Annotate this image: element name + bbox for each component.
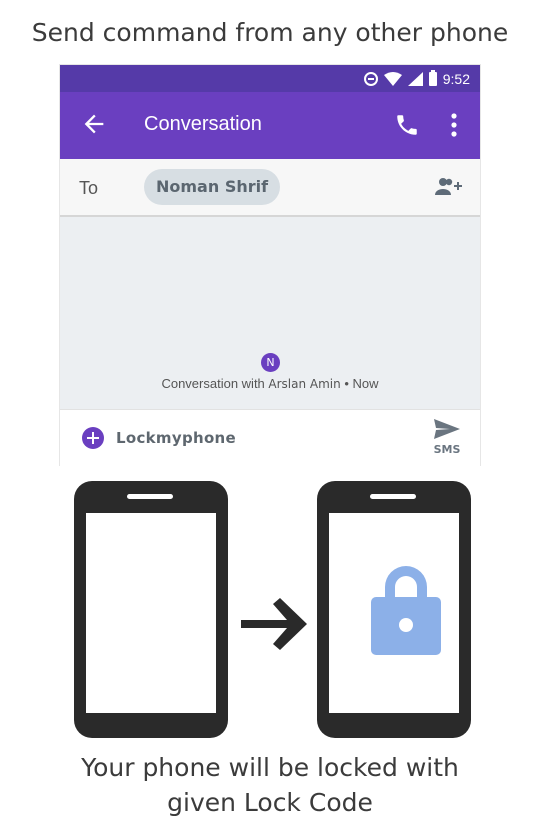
- right-arrow-icon: [241, 598, 307, 650]
- conversation-prefix: Conversation with: [161, 376, 265, 391]
- signal-icon: [407, 71, 423, 86]
- recipient-row: To Noman Shrif: [60, 159, 480, 217]
- top-caption: Send command from any other phone: [31, 18, 509, 47]
- send-icon: [434, 419, 460, 439]
- message-input[interactable]: Lockmyphone: [116, 429, 236, 447]
- to-label: To: [79, 178, 99, 198]
- back-arrow-icon[interactable]: [80, 110, 108, 138]
- conversation-time: • Now: [340, 376, 379, 391]
- status-time: 9:52: [442, 70, 470, 87]
- add-person-icon[interactable]: [432, 175, 464, 199]
- battery-icon: [428, 69, 437, 86]
- plus-icon[interactable]: [82, 427, 104, 449]
- status-bar: 9:52: [60, 65, 480, 92]
- app-bar: Conversation: [60, 92, 480, 159]
- bottom-caption: Your phone will be locked with given Loc…: [0, 750, 540, 820]
- contact-avatar: N: [261, 353, 280, 372]
- app-title: Conversation: [144, 113, 262, 135]
- phone-speaker: [370, 494, 416, 499]
- send-label: SMS: [433, 443, 461, 456]
- padlock-icon: [371, 566, 441, 655]
- phone-locked-illustration: [317, 481, 471, 738]
- send-button[interactable]: SMS: [430, 418, 464, 460]
- do-not-disturb-icon: [363, 71, 378, 86]
- status-icons: 9:52: [363, 69, 470, 88]
- more-vert-icon[interactable]: [448, 112, 460, 138]
- conversation-contact-name: Arslan Amin: [268, 377, 341, 391]
- bottom-caption-line-2: given Lock Code: [167, 788, 373, 817]
- phone-unlocked-illustration: [74, 481, 228, 738]
- phone-display-blank: [86, 513, 216, 713]
- bottom-caption-line-1: Your phone will be locked with: [81, 753, 459, 782]
- phone-screen-conversation: 9:52 Conversation To Noman Shrif N Conve…: [59, 64, 481, 466]
- recipient-chip[interactable]: Noman Shrif: [144, 169, 281, 205]
- phone-speaker: [127, 494, 173, 499]
- conversation-info: Conversation with Arslan Amin • Now: [60, 376, 480, 391]
- phone-display-locked: [329, 513, 459, 713]
- compose-bar: Lockmyphone SMS: [60, 409, 480, 466]
- wifi-icon: [383, 71, 402, 86]
- phone-icon[interactable]: [394, 112, 420, 138]
- message-area: N Conversation with Arslan Amin • Now: [60, 217, 480, 409]
